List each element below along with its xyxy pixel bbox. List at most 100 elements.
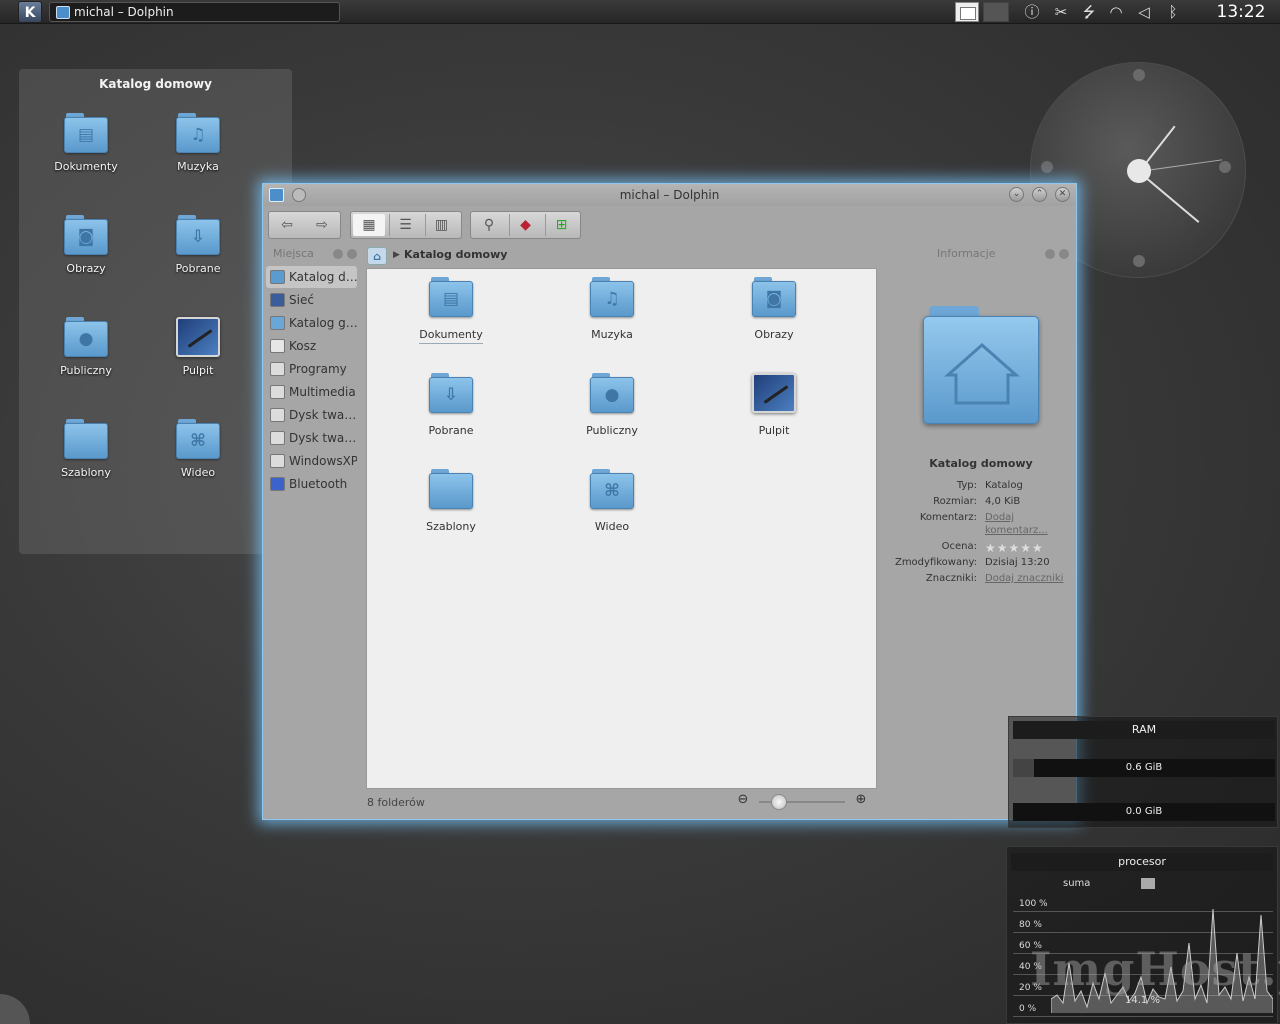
info-icon[interactable]: ⓘ <box>1021 2 1043 22</box>
cpu-axis-label: 0 % <box>1019 1004 1037 1014</box>
desktop-item[interactable]: ◙ Obrazy <box>36 215 136 275</box>
places-item[interactable]: Sieć <box>266 289 357 311</box>
search-icon[interactable]: ⚲ <box>473 214 505 236</box>
places-item[interactable]: Dysk twa… <box>266 404 357 426</box>
back-arrow-icon[interactable]: ⇦ <box>271 214 303 236</box>
desktop-toolbox-button[interactable] <box>0 994 30 1024</box>
desktop-pager[interactable] <box>955 2 1011 22</box>
forward-arrow-icon[interactable]: ⇨ <box>306 214 338 236</box>
file-item-label: Publiczny <box>586 424 638 437</box>
desktop-item[interactable]: ▤ Dokumenty <box>36 113 136 173</box>
clock-tick <box>1041 161 1053 173</box>
file-item[interactable]: ◙ Obrazy <box>714 277 834 341</box>
maximize-button[interactable]: ⌃ <box>1032 187 1047 202</box>
bluetooth-icon <box>270 477 285 491</box>
cpu-axis-label: 80 % <box>1019 920 1042 930</box>
file-item[interactable]: ⇩ Pobrane <box>391 373 511 437</box>
digital-clock[interactable]: 13:22 <box>1206 0 1276 24</box>
places-item[interactable]: Multimedia <box>266 381 357 403</box>
places-item[interactable]: Programy <box>266 358 357 380</box>
file-item[interactable]: Szablony <box>391 469 511 533</box>
zoom-out-icon[interactable]: ⊖ <box>735 792 751 808</box>
desktop-item[interactable]: ⌘ Wideo <box>148 419 248 479</box>
places-item[interactable]: Dysk twa… <box>266 427 357 449</box>
ram-title: RAM <box>1013 721 1275 739</box>
info-value[interactable]: Dodaj <box>985 512 1014 523</box>
zoom-handle[interactable] <box>771 794 787 810</box>
places-item[interactable]: Katalog g… <box>266 312 357 334</box>
places-item[interactable]: Katalog d… <box>266 266 357 288</box>
info-properties: Typ: Katalog Rozmiar: 4,0 KiB Komentarz: Doda… <box>893 480 1073 589</box>
kde-menu-button[interactable]: K <box>18 1 42 23</box>
info-row: Ocena: ★★★★★ <box>893 541 1073 557</box>
drive-icon <box>270 385 285 399</box>
network-icon <box>270 293 285 307</box>
desktop-item[interactable]: Pulpit <box>148 317 248 377</box>
file-item-label: Muzyka <box>591 328 633 341</box>
status-text: 8 folderów <box>367 796 425 809</box>
panel-float-button[interactable] <box>1045 249 1055 259</box>
desktop-1[interactable] <box>955 2 979 22</box>
klipper-scissors-icon[interactable]: ✂ <box>1050 2 1072 22</box>
preview-icon[interactable]: ◆ <box>509 214 541 236</box>
title-bar[interactable]: michal – Dolphin ⌄ ⌃ ✕ <box>263 184 1076 206</box>
cpu-monitor-widget: procesor suma 100 % 80 % 60 % 40 % 20 % 0 % 1… <box>1006 846 1278 1024</box>
taskbar-dolphin-button[interactable]: michal – Dolphin <box>49 2 340 22</box>
close-button[interactable]: ✕ <box>1055 187 1070 202</box>
breadcrumb[interactable]: ⌂ ▶ Katalog domowy <box>367 246 877 266</box>
usb-icon[interactable]: ⭍ <box>1078 2 1100 22</box>
desktop-item[interactable]: ● Publiczny <box>36 317 136 377</box>
places-item[interactable]: Kosz <box>266 335 357 357</box>
desktop-item[interactable]: ♫ Muzyka <box>148 113 248 173</box>
info-value[interactable]: ★★★★★ <box>985 541 1044 555</box>
breadcrumb-arrow-icon[interactable]: ▶ <box>393 246 400 264</box>
volume-icon[interactable]: ◁ <box>1133 2 1155 22</box>
cpu-legend-swatch <box>1141 878 1155 889</box>
zoom-in-icon[interactable]: ⊕ <box>853 792 869 808</box>
cpu-legend-label: suma <box>1063 878 1091 889</box>
split-view-icon[interactable]: ⊞ <box>545 214 577 236</box>
bluetooth-icon[interactable]: ᛒ <box>1162 2 1184 22</box>
music-folder-icon: ♫ <box>176 113 220 153</box>
zoom-slider[interactable]: ⊖ ⊕ <box>735 792 875 812</box>
panel-float-button[interactable] <box>333 249 343 259</box>
file-item[interactable]: Pulpit <box>714 373 834 437</box>
places-item-label: Sieć <box>289 293 314 307</box>
columns-view-icon[interactable]: ▥ <box>425 214 457 236</box>
breadcrumb-current[interactable]: Katalog domowy <box>404 246 507 264</box>
folder-view-widget: Katalog domowy ▤ Dokumenty ♫ Muzyka ◙ Obrazy ⇩… <box>19 69 292 554</box>
desktop-2[interactable] <box>983 2 1009 22</box>
panel-close-button[interactable] <box>1059 249 1069 259</box>
information-title: Informacje <box>937 247 996 260</box>
drive-icon <box>270 454 285 468</box>
cpu-title: procesor <box>1011 853 1273 871</box>
home-icon[interactable]: ⌂ <box>367 247 387 265</box>
home-icon <box>270 270 285 284</box>
file-item[interactable]: ⌘ Wideo <box>552 469 672 533</box>
folder-view-title: Katalog domowy <box>99 77 212 91</box>
file-item[interactable]: ♫ Muzyka <box>552 277 672 341</box>
second-hand <box>1138 159 1223 172</box>
info-value[interactable]: Dodaj znaczniki <box>985 573 1063 584</box>
info-row: Zmodyfikowany: Dzisiaj 13:20 <box>893 557 1073 573</box>
info-key: Typ: <box>956 480 977 491</box>
file-item[interactable]: ● Publiczny <box>552 373 672 437</box>
places-item-label: Dysk twa… <box>289 408 357 422</box>
desktop-item[interactable]: Szablony <box>36 419 136 479</box>
clock-tick <box>1133 255 1145 267</box>
panel-close-button[interactable] <box>347 249 357 259</box>
file-view[interactable]: ▤ Dokumenty ♫ Muzyka ◙ Obrazy ⇩ Pobrane ● Publicz… <box>366 268 877 789</box>
places-item[interactable]: Bluetooth <box>266 473 357 495</box>
info-key: Komentarz: <box>919 512 977 523</box>
window-title: michal – Dolphin <box>619 188 720 202</box>
file-item[interactable]: ▤ Dokumenty <box>391 277 511 344</box>
wifi-icon[interactable]: ◠ <box>1105 2 1127 22</box>
info-value: 4,0 KiB <box>985 496 1021 507</box>
minimize-button[interactable]: ⌄ <box>1009 187 1024 202</box>
desktop-item[interactable]: ⇩ Pobrane <box>148 215 248 275</box>
info-value-continued[interactable]: komentarz... <box>985 525 1048 536</box>
places-item[interactable]: WindowsXP <box>266 450 357 472</box>
details-view-icon[interactable]: ☰ <box>389 214 421 236</box>
file-item-label: Szablony <box>426 520 476 533</box>
icons-view-icon[interactable]: ▦ <box>353 214 385 236</box>
